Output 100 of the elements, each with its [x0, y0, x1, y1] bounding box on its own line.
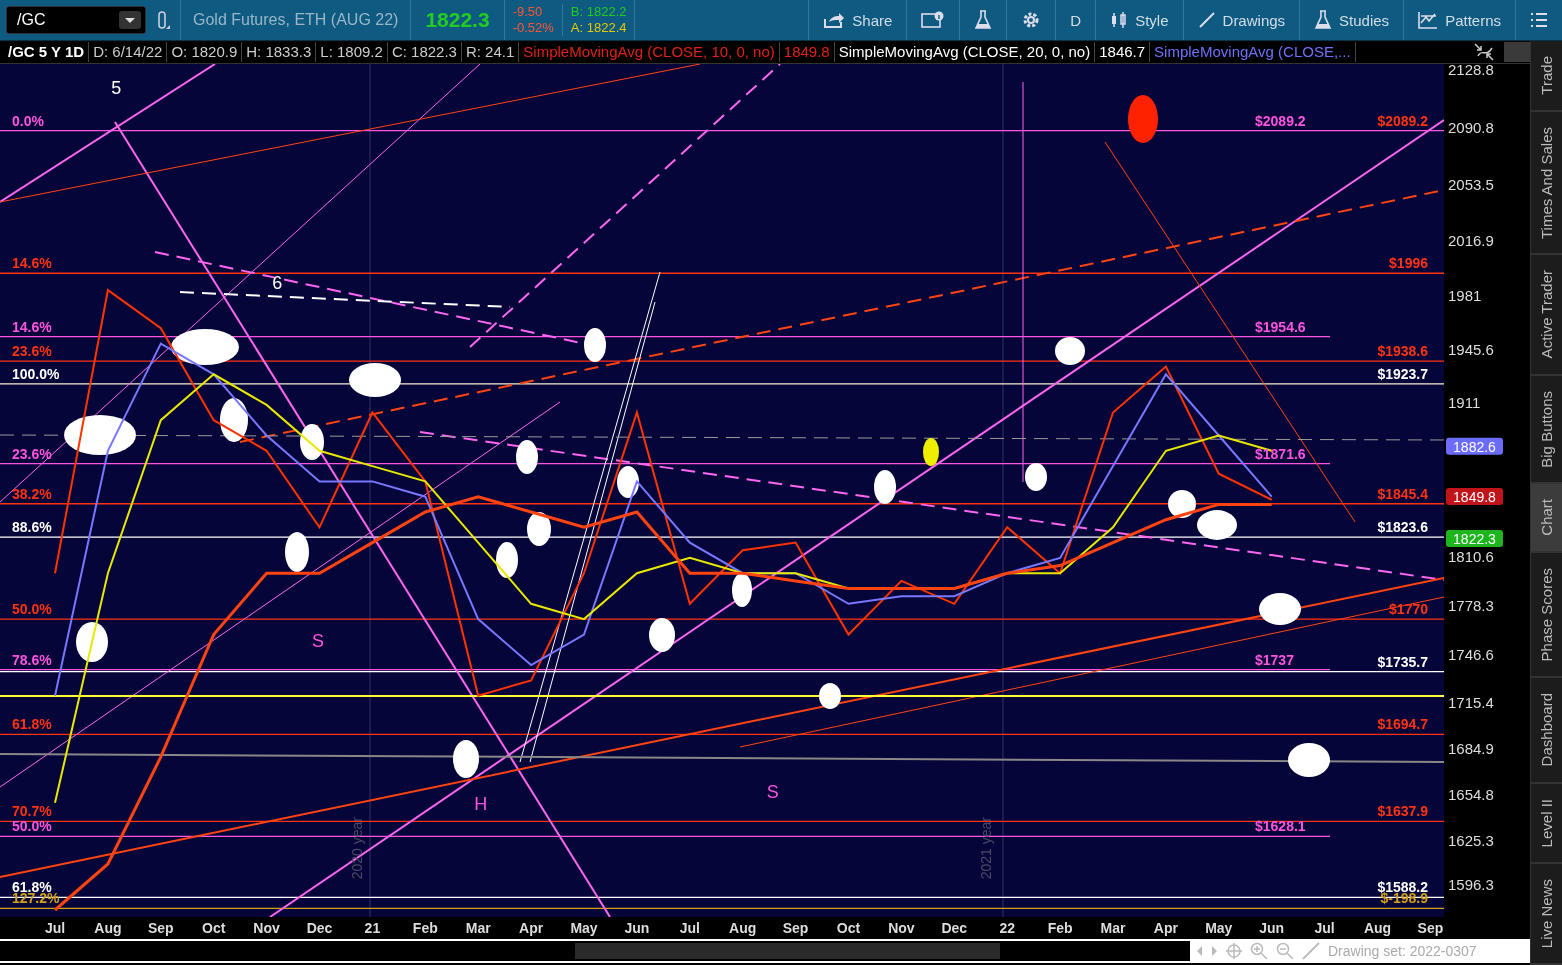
time-tick: May [1205, 920, 1233, 936]
level-label: 100.0% [12, 365, 60, 382]
bid-price: B: 1822.2 [570, 4, 627, 20]
level-label: $1871.6 [1255, 445, 1306, 462]
time-tick: Mar [1100, 920, 1126, 936]
level-label: $1823.6 [1377, 519, 1428, 536]
ask-price: A: 1822.4 [570, 20, 627, 36]
study-legend: 1849.8 [779, 42, 835, 62]
price-tick: 1625.3 [1448, 831, 1494, 849]
price-tick: 1715.4 [1448, 693, 1494, 711]
level-label: $1637.9 [1377, 803, 1428, 820]
time-tick: Feb [1047, 920, 1073, 936]
chart-title: /GC 5 Y 1D [0, 42, 90, 62]
level-label: 23.6% [12, 343, 52, 360]
level-label: $1996 [1389, 255, 1428, 272]
instrument-name: Gold Futures, ETH (AUG 22) [180, 0, 411, 40]
wave-label: S [766, 782, 779, 803]
study-legend: SimpleMovingAvg (CLOSE,... [1150, 42, 1356, 62]
price-tick: 1778.3 [1448, 597, 1494, 615]
level-label: 50.0% [12, 818, 52, 835]
price-tick: 2128.8 [1448, 64, 1494, 78]
level-label: $1938.6 [1377, 343, 1428, 360]
ohlc-value: O: 1820.9 [167, 42, 243, 62]
time-tick: Aug [94, 920, 122, 936]
year-label: 2020 year [348, 817, 365, 880]
time-tick: Nov [253, 920, 280, 936]
time-tick: Dec [306, 920, 333, 936]
price-tick: 1911 [1448, 394, 1481, 412]
time-tick: Aug [1363, 920, 1392, 936]
time-tick: Nov [888, 920, 915, 936]
time-tick: Apr [519, 920, 544, 936]
level-label: 78.6% [12, 651, 52, 668]
price-tick: 1810.6 [1448, 548, 1494, 565]
annotation: 1849.8 [1453, 489, 1497, 506]
level-label: $1845.4 [1377, 485, 1428, 502]
level-label: 61.8% [12, 716, 52, 733]
time-tick: 22 [999, 920, 1015, 936]
price-tick: 1684.9 [1448, 740, 1494, 758]
level-label: $1954.6 [1255, 318, 1306, 335]
year-label: 2021 year [978, 817, 995, 880]
level-label: 14.6% [12, 255, 52, 272]
price-badge: 1822.3 [1446, 530, 1503, 548]
time-tick: Sep [1417, 920, 1444, 936]
level-label: $1923.7 [1377, 365, 1428, 382]
time-tick: Apr [1153, 920, 1178, 936]
time-tick: Oct [836, 920, 861, 936]
level-label: $1628.1 [1255, 818, 1306, 835]
time-tick: Jun [624, 920, 650, 936]
last-price: 1822.3 [410, 0, 505, 40]
level-label: 38.2% [12, 485, 52, 502]
level-label: $2089.2 [1377, 112, 1428, 129]
ohlc-value: R: 24.1 [461, 42, 520, 62]
annotation: 1882.6 [1453, 438, 1497, 455]
wave-label: 5 [111, 78, 122, 99]
time-tick: Dec [941, 920, 968, 936]
level-label: 14.6% [12, 318, 52, 335]
price-badge: 1849.8 [1446, 488, 1503, 505]
percent-change: -0.52% [512, 20, 554, 36]
time-tick: Jul [679, 920, 700, 936]
time-tick: Sep [782, 920, 809, 936]
price-tick: 1746.6 [1448, 645, 1494, 663]
level-label: 0.0% [12, 112, 44, 129]
time-tick: Sep [147, 920, 174, 936]
price-tick: 1945.6 [1448, 341, 1494, 359]
wave-label: H [474, 794, 488, 815]
annotation: 1822.3 [1453, 531, 1497, 548]
wave-label: S [311, 630, 324, 651]
time-tick: Aug [729, 920, 757, 936]
time-tick: 21 [364, 920, 381, 936]
level-label: 23.6% [12, 445, 52, 462]
level-label: 88.6% [12, 519, 52, 536]
level-label: $2089.2 [1255, 112, 1306, 129]
ohlc-value: C: 1822.3 [387, 42, 462, 62]
level-label: $1735.7 [1377, 653, 1428, 670]
level-label: $1694.7 [1377, 716, 1428, 733]
ohlc-value: D: 6/14/22 [89, 42, 168, 62]
time-tick: Oct [202, 920, 226, 936]
study-legend: SimpleMovingAvg (CLOSE, 10, 0, no) [519, 42, 780, 62]
price-tick: 2090.8 [1448, 119, 1494, 137]
study-legend: 1846.7 [1095, 42, 1151, 62]
level-label: $1770 [1389, 601, 1428, 618]
time-tick: Mar [465, 920, 491, 936]
time-tick: Feb [412, 920, 438, 936]
level-label: $1737 [1255, 651, 1294, 668]
level-label: 70.7% [12, 803, 52, 820]
level-label: 50.0% [12, 601, 52, 618]
price-tick: 1596.3 [1448, 876, 1494, 893]
price-tick: 2053.5 [1448, 176, 1494, 194]
price-tick: 1654.8 [1448, 786, 1494, 804]
price-tick: 1981 [1448, 287, 1482, 305]
time-tick: Jun [1259, 920, 1285, 936]
ohlc-value: H: 1833.3 [242, 42, 317, 62]
time-tick: Jul [44, 920, 66, 936]
price-tick: 2016.9 [1448, 232, 1494, 250]
ohlc-value: L: 1809.2 [316, 42, 388, 62]
net-change: -9.50 [512, 4, 544, 20]
time-tick: May [570, 920, 598, 936]
wave-label: 6 [272, 272, 283, 293]
time-tick: Jul [1314, 920, 1335, 936]
study-legend: SimpleMovingAvg (CLOSE, 20, 0, no) [834, 42, 1096, 62]
